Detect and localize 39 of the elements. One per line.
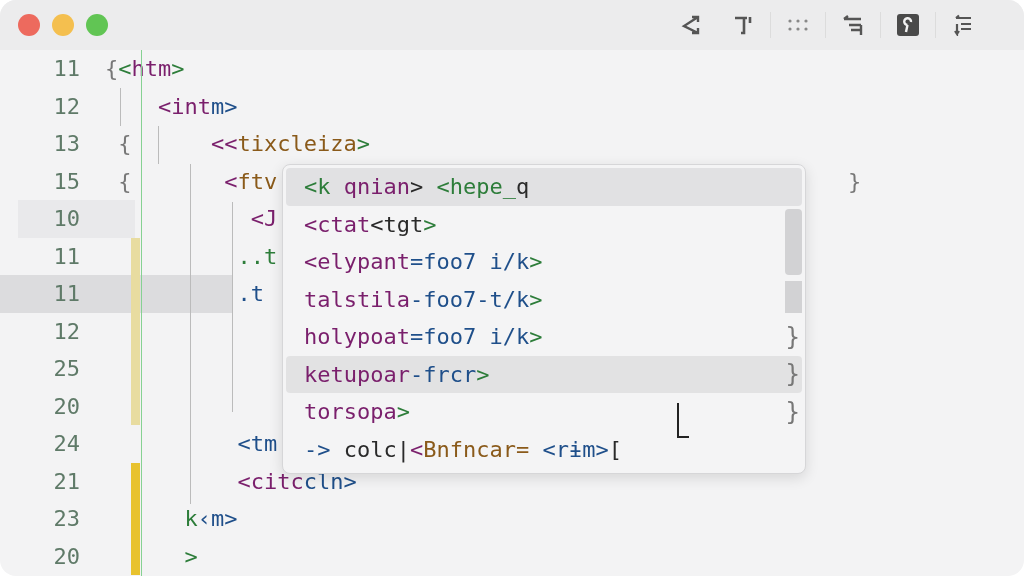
- code-line: ..t: [236, 243, 278, 269]
- code-line: <tm: [236, 431, 278, 457]
- code-line: <J: [249, 206, 278, 232]
- line-number: 20: [52, 543, 80, 569]
- code-line: { <<tixcleiza>: [117, 131, 370, 157]
- suggestion-item[interactable]: torsopa> }: [286, 393, 802, 431]
- closing-brace: }: [785, 397, 800, 426]
- line-number: 12: [52, 318, 80, 344]
- line-number: 21: [52, 468, 80, 494]
- line-number: 11: [52, 56, 80, 82]
- code-line: { <ftv: [117, 168, 278, 194]
- close-button[interactable]: [18, 14, 40, 36]
- code-line: .t: [236, 281, 264, 307]
- suggestion-item[interactable]: holypoat=foo7 i/k> }: [286, 318, 802, 356]
- line-number: 10: [52, 206, 80, 232]
- code-line: >: [183, 543, 198, 569]
- line-number: 11: [52, 281, 80, 307]
- closing-brace: }: [785, 360, 800, 389]
- line-number: 11: [52, 243, 80, 269]
- line-number: 25: [52, 356, 80, 382]
- suggestion-item[interactable]: ketupoar-frcr> }: [286, 355, 802, 393]
- suggestion-item[interactable]: <ctat<tgt>: [286, 205, 781, 243]
- code-line: k‹m>: [183, 506, 238, 532]
- suggestion-item[interactable]: -> colc|<Bnfncar= <rɨm>[: [286, 430, 802, 468]
- line-number: 23: [52, 506, 80, 532]
- scrollbar[interactable]: [785, 209, 802, 313]
- code-line: <citccln>: [236, 468, 357, 494]
- suggestion-item[interactable]: <elypant=foo7 i/k>: [286, 243, 781, 281]
- suggestion-item[interactable]: <k qnian> <hepe_q: [286, 168, 802, 206]
- text-cursor-icon: [676, 403, 690, 439]
- code-line: <intm>: [156, 93, 238, 119]
- line-number: 13: [52, 131, 80, 157]
- line-number: 20: [52, 393, 80, 419]
- closing-brace: }: [785, 322, 800, 351]
- line-number: 15: [52, 168, 80, 194]
- line-number: 12: [52, 93, 80, 119]
- line-number: 24: [52, 431, 80, 457]
- closing-brace: }: [848, 168, 862, 194]
- suggestion-item[interactable]: talstila-foo7-t/k>: [286, 280, 781, 318]
